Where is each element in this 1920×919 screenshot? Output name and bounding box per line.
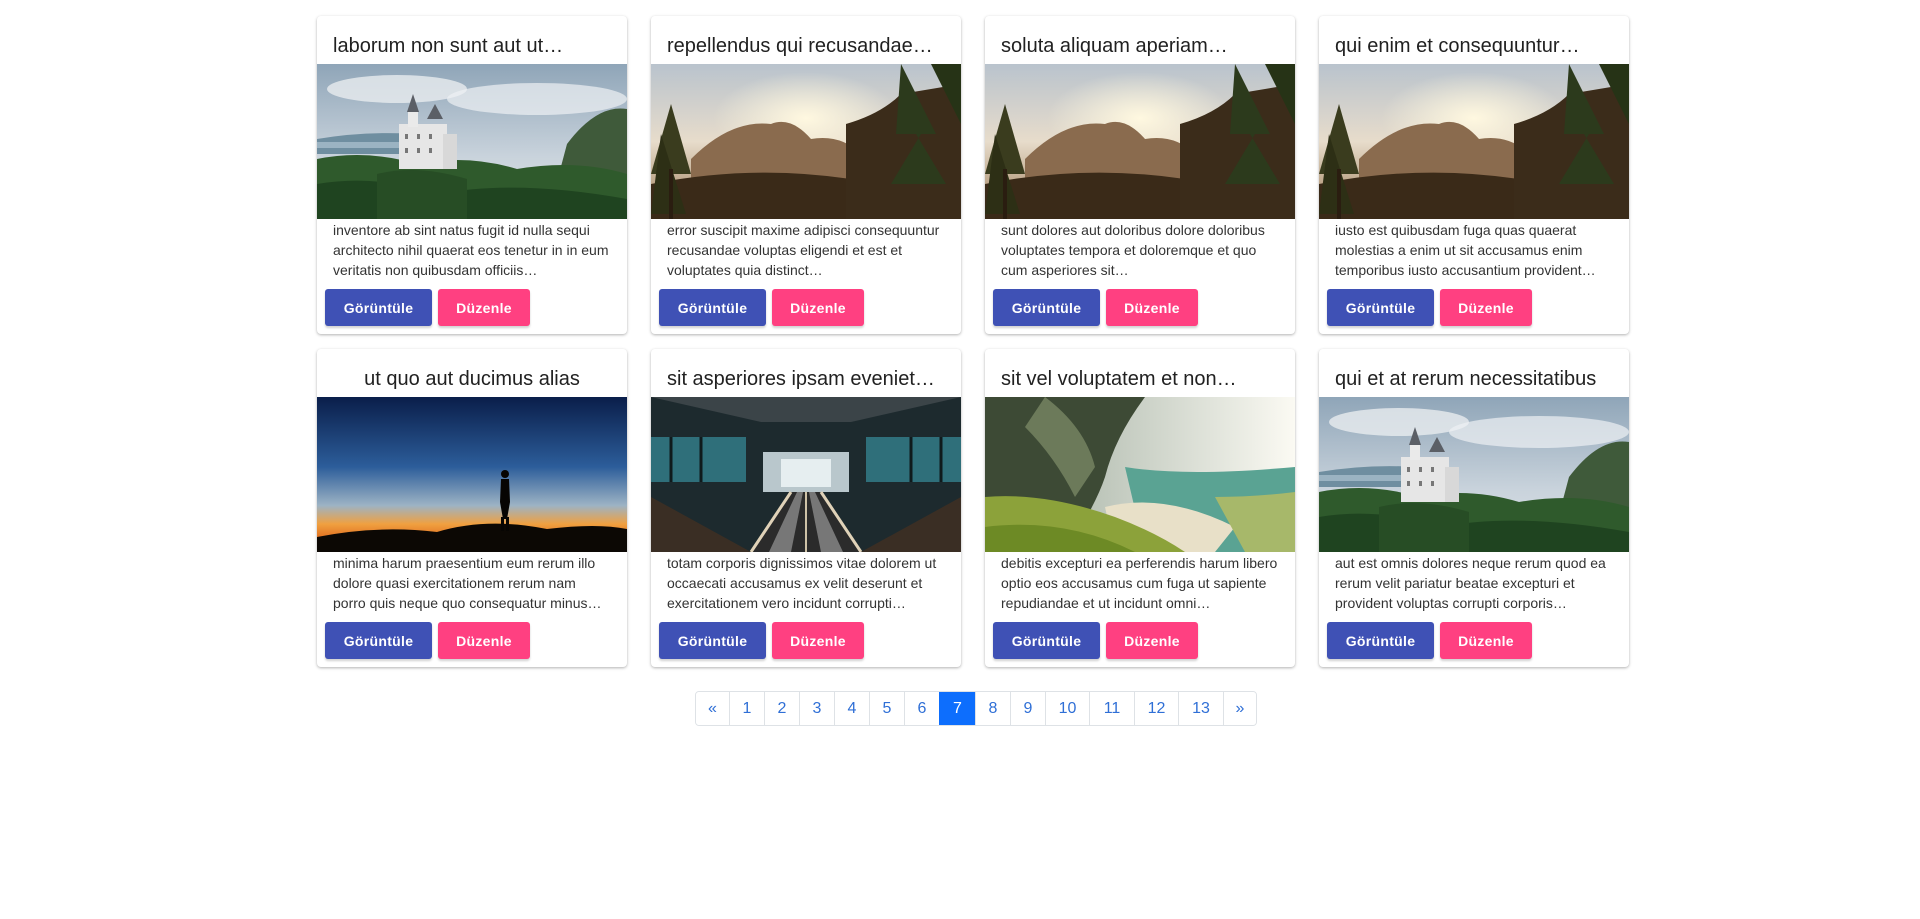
card-text: debitis excepturi ea perferendis harum l…	[1001, 555, 1278, 611]
card-image-escalator	[651, 397, 961, 552]
post-card: sit vel voluptatem et non… debitis excep…	[985, 349, 1295, 667]
view-button[interactable]: Görüntüle	[993, 622, 1100, 659]
card-image-castle	[317, 64, 627, 219]
card-text: aut est omnis dolores neque rerum quod e…	[1335, 555, 1606, 611]
card-image-sunset-forest	[651, 64, 961, 219]
card-image-coast-cliffs	[985, 397, 1295, 552]
page-prev-link[interactable]: «	[696, 692, 729, 725]
edit-button[interactable]: Düzenle	[772, 289, 864, 326]
card-title: sit vel voluptatem et non…	[1001, 368, 1237, 390]
card-actions: Görüntüle Düzenle	[1327, 289, 1532, 326]
card-text: iusto est quibusdam fuga quas quaerat mo…	[1335, 222, 1596, 278]
card-text: sunt dolores aut doloribus dolore dolori…	[1001, 222, 1265, 278]
page-link-11[interactable]: 11	[1089, 692, 1134, 725]
card-actions: Görüntüle Düzenle	[325, 622, 530, 659]
view-button[interactable]: Görüntüle	[325, 289, 432, 326]
pagination: « 1 2 3 4 5 6 7 8 9 10 11 12 13 »	[695, 691, 1257, 726]
post-card: qui enim et consequuntur… iusto est quib…	[1319, 16, 1629, 334]
card-image-castle	[1319, 397, 1629, 552]
card-title: soluta aliquam aperiam…	[1001, 35, 1228, 57]
card-text: error suscipit maxime adipisci consequun…	[667, 222, 940, 278]
edit-button[interactable]: Düzenle	[1106, 289, 1198, 326]
view-button[interactable]: Görüntüle	[1327, 622, 1434, 659]
card-text: minima harum praesentium eum rerum illo …	[333, 555, 602, 611]
post-card: sit asperiores ipsam eveniet… totam corp…	[651, 349, 961, 667]
card-title: laborum non sunt aut ut…	[333, 35, 564, 57]
page-link-12[interactable]: 12	[1134, 692, 1178, 725]
page-link-13[interactable]: 13	[1178, 692, 1223, 725]
card-title: qui et at rerum necessitatibus	[1335, 368, 1597, 390]
card-image-sunset-forest	[1319, 64, 1629, 219]
card-actions: Görüntüle Düzenle	[659, 622, 864, 659]
card-title: qui enim et consequuntur…	[1335, 35, 1580, 57]
card-actions: Görüntüle Düzenle	[325, 289, 530, 326]
view-button[interactable]: Görüntüle	[659, 622, 766, 659]
card-title: ut quo aut ducimus alias	[364, 368, 580, 390]
post-card: qui et at rerum necessitatibus aut est o…	[1319, 349, 1629, 667]
edit-button[interactable]: Düzenle	[438, 289, 530, 326]
card-actions: Görüntüle Düzenle	[659, 289, 864, 326]
post-card: repellendus qui recusandae… error suscip…	[651, 16, 961, 334]
edit-button[interactable]: Düzenle	[438, 622, 530, 659]
edit-button[interactable]: Düzenle	[1440, 289, 1532, 326]
card-title: sit asperiores ipsam eveniet…	[667, 368, 935, 390]
card-actions: Görüntüle Düzenle	[1327, 622, 1532, 659]
post-card: soluta aliquam aperiam… sunt dolores aut…	[985, 16, 1295, 334]
page-link-9[interactable]: 9	[1010, 692, 1045, 725]
card-text: inventore ab sint natus fugit id nulla s…	[333, 222, 609, 278]
page-link-1[interactable]: 1	[729, 692, 764, 725]
edit-button[interactable]: Düzenle	[772, 622, 864, 659]
card-grid: laborum non sunt aut ut… inventore ab si…	[317, 16, 1629, 667]
page-link-7-active[interactable]: 7	[939, 692, 975, 725]
post-card: ut quo aut ducimus alias minima harum pr…	[317, 349, 627, 667]
page-link-8[interactable]: 8	[975, 692, 1010, 725]
page-next-link[interactable]: »	[1223, 692, 1256, 725]
card-image-silhouette-dusk	[317, 397, 627, 552]
card-text: totam corporis dignissimos vitae dolorem…	[667, 555, 937, 611]
view-button[interactable]: Görüntüle	[659, 289, 766, 326]
page-link-6[interactable]: 6	[904, 692, 939, 725]
edit-button[interactable]: Düzenle	[1440, 622, 1532, 659]
card-actions: Görüntüle Düzenle	[993, 289, 1198, 326]
view-button[interactable]: Görüntüle	[993, 289, 1100, 326]
card-actions: Görüntüle Düzenle	[993, 622, 1198, 659]
page-link-4[interactable]: 4	[834, 692, 869, 725]
edit-button[interactable]: Düzenle	[1106, 622, 1198, 659]
view-button[interactable]: Görüntüle	[1327, 289, 1434, 326]
card-title: repellendus qui recusandae…	[667, 35, 933, 57]
post-card: laborum non sunt aut ut… inventore ab si…	[317, 16, 627, 334]
page-link-5[interactable]: 5	[869, 692, 904, 725]
page-link-3[interactable]: 3	[799, 692, 834, 725]
page-link-2[interactable]: 2	[764, 692, 799, 725]
card-image-sunset-forest	[985, 64, 1295, 219]
page-link-10[interactable]: 10	[1045, 692, 1089, 725]
view-button[interactable]: Görüntüle	[325, 622, 432, 659]
